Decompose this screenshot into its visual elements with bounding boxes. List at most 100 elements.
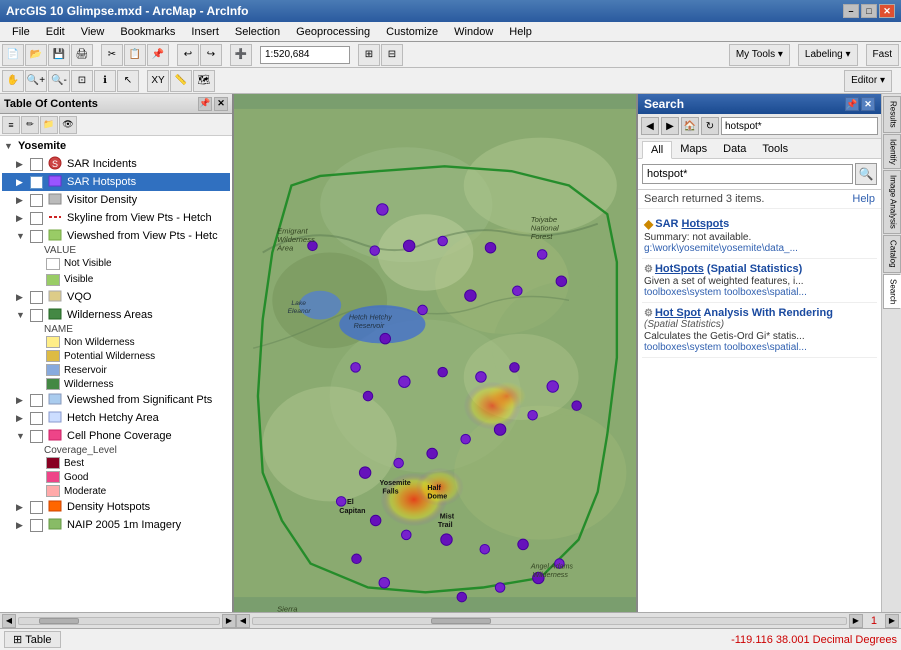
checkbox-naip[interactable] xyxy=(30,519,43,532)
checkbox-visitor-density[interactable] xyxy=(30,194,43,207)
my-tools-button[interactable]: My Tools ▾ xyxy=(729,44,790,66)
scroll-left-button[interactable]: ◀ xyxy=(2,614,16,628)
toc-close-button[interactable]: ✕ xyxy=(214,97,228,111)
search-result-hotspots-spatial[interactable]: ⚙ HotSpots (Spatial Statistics) Given a … xyxy=(642,259,877,303)
pan-button[interactable]: ✋ xyxy=(2,70,24,92)
checkbox-sar-incidents[interactable] xyxy=(30,158,43,171)
tab-data[interactable]: Data xyxy=(715,141,754,158)
redo-button[interactable]: ↪ xyxy=(200,44,222,66)
right-tab-search[interactable]: Search xyxy=(883,274,901,309)
checkbox-wilderness[interactable] xyxy=(30,309,43,322)
copy-button[interactable]: 📋 xyxy=(124,44,146,66)
search-close-button[interactable]: ✕ xyxy=(861,97,875,111)
search-url-input[interactable] xyxy=(721,117,878,135)
toc-layer-viewshed2[interactable]: ▶ Viewshed from Significant Pts xyxy=(2,391,230,409)
toc-layer-visitor-density[interactable]: ▶ Visitor Density xyxy=(2,191,230,209)
checkbox-viewshed[interactable] xyxy=(30,230,43,243)
checkbox-vqo[interactable] xyxy=(30,291,43,304)
editor-button[interactable]: Editor ▾ xyxy=(844,70,892,92)
toc-layer-cell-phone[interactable]: ▼ Cell Phone Coverage xyxy=(2,427,230,445)
cut-button[interactable]: ✂ xyxy=(101,44,123,66)
search-go-button[interactable]: 🔍 xyxy=(855,163,877,185)
menu-insert[interactable]: Insert xyxy=(183,24,227,40)
select-button[interactable]: ↖ xyxy=(117,70,139,92)
minimize-button[interactable]: – xyxy=(843,4,859,18)
search-home-button[interactable]: 🏠 xyxy=(681,117,699,135)
search-back-button[interactable]: ◀ xyxy=(641,117,659,135)
tab-tools[interactable]: Tools xyxy=(754,141,796,158)
map-scroll-thumb[interactable] xyxy=(431,618,491,624)
menu-view[interactable]: View xyxy=(73,24,113,40)
undo-button[interactable]: ↩ xyxy=(177,44,199,66)
page-right-button[interactable]: ▶ xyxy=(885,614,899,628)
checkbox-viewshed2[interactable] xyxy=(30,394,43,407)
right-tab-catalog[interactable]: Catalog xyxy=(883,235,901,273)
new-map-button[interactable]: 📄 xyxy=(2,44,24,66)
open-button[interactable]: 📂 xyxy=(25,44,47,66)
tab-maps[interactable]: Maps xyxy=(672,141,715,158)
toc-layer-hetch[interactable]: ▶ Hetch Hetchy Area xyxy=(2,409,230,427)
search-input[interactable] xyxy=(642,164,853,184)
map-scroll-left-button[interactable]: ◀ xyxy=(236,614,250,628)
menu-window[interactable]: Window xyxy=(446,24,501,40)
zoom-full-button[interactable]: ⊞ xyxy=(358,44,380,66)
search-refresh-button[interactable]: ↻ xyxy=(701,117,719,135)
map-area[interactable]: Emigrant Wilderness Area Toiyabe Nationa… xyxy=(234,94,636,612)
toc-layer-wilderness[interactable]: ▼ Wilderness Areas xyxy=(2,306,230,324)
checkbox-hetch[interactable] xyxy=(30,412,43,425)
map-scroll-track[interactable] xyxy=(252,617,847,625)
search-forward-button[interactable]: ▶ xyxy=(661,117,679,135)
menu-customize[interactable]: Customize xyxy=(378,24,446,40)
search-result-hot-spot-rendering[interactable]: ⚙ Hot Spot Analysis With Rendering (Spat… xyxy=(642,303,877,358)
toc-layer-sar-hotspots[interactable]: ▶ ✓ SAR Hotspots xyxy=(2,173,230,191)
print-button[interactable]: 🖨 xyxy=(71,44,93,66)
toc-layer-naip[interactable]: ▶ NAIP 2005 1m Imagery xyxy=(2,516,230,534)
toc-layer-vqo[interactable]: ▶ VQO xyxy=(2,288,230,306)
horizontal-scroll-track[interactable] xyxy=(18,617,220,625)
toc-drawing-btn[interactable]: ✏ xyxy=(21,116,39,134)
zoom-extent-button[interactable]: ⊡ xyxy=(71,70,93,92)
toc-list-btn[interactable]: ≡ xyxy=(2,116,20,134)
toc-pin-button[interactable]: 📌 xyxy=(198,97,212,111)
checkbox-density[interactable] xyxy=(30,501,43,514)
zoom-prev-button[interactable]: ⊟ xyxy=(381,44,403,66)
save-button[interactable]: 💾 xyxy=(48,44,70,66)
checkbox-cell[interactable] xyxy=(30,430,43,443)
labeling-button[interactable]: Labeling ▾ xyxy=(798,44,858,66)
toc-layer-density-hotspots[interactable]: ▶ Density Hotspots xyxy=(2,498,230,516)
right-tab-image-analysis[interactable]: Image Analysis xyxy=(883,170,901,234)
find-route-button[interactable]: 🗺 xyxy=(193,70,215,92)
right-tab-results[interactable]: Results xyxy=(883,96,901,133)
tab-all[interactable]: All xyxy=(642,141,672,159)
zoom-in-button[interactable]: 🔍+ xyxy=(25,70,47,92)
toc-layer-skyline[interactable]: ▶ Skyline from View Pts - Hetch xyxy=(2,209,230,227)
checkbox-skyline[interactable] xyxy=(30,212,43,225)
menu-help[interactable]: Help xyxy=(501,24,540,40)
goto-xy-button[interactable]: XY xyxy=(147,70,169,92)
menu-bookmarks[interactable]: Bookmarks xyxy=(112,24,183,40)
toc-layer-yosemite[interactable]: ▼ Yosemite xyxy=(2,138,230,155)
scale-input[interactable] xyxy=(260,46,350,64)
identify-button[interactable]: ℹ xyxy=(94,70,116,92)
add-data-button[interactable]: ➕ xyxy=(230,44,252,66)
toc-source-btn[interactable]: 📁 xyxy=(40,116,58,134)
paste-button[interactable]: 📌 xyxy=(147,44,169,66)
menu-edit[interactable]: Edit xyxy=(38,24,73,40)
map-scroll-right-button[interactable]: ▶ xyxy=(849,614,863,628)
zoom-out-button[interactable]: 🔍- xyxy=(48,70,70,92)
toc-layer-sar-incidents[interactable]: ▶ S SAR Incidents xyxy=(2,155,230,173)
menu-geoprocessing[interactable]: Geoprocessing xyxy=(288,24,378,40)
maximize-button[interactable]: □ xyxy=(861,4,877,18)
table-button[interactable]: ⊞ Table xyxy=(4,631,61,648)
checkbox-sar-hotspots[interactable]: ✓ xyxy=(30,176,43,189)
search-pin-button[interactable]: 📌 xyxy=(845,97,859,111)
fast-dropdown[interactable]: Fast xyxy=(866,44,899,66)
toc-visibility-btn[interactable]: 👁 xyxy=(59,116,77,134)
menu-selection[interactable]: Selection xyxy=(227,24,288,40)
horizontal-scroll-thumb[interactable] xyxy=(39,618,79,624)
search-result-sar-hotspots[interactable]: ◆ SAR Hotspots Summary: not available. g… xyxy=(642,213,877,259)
measure-button[interactable]: 📏 xyxy=(170,70,192,92)
scroll-right-button[interactable]: ▶ xyxy=(222,614,236,628)
close-button[interactable]: ✕ xyxy=(879,4,895,18)
menu-file[interactable]: File xyxy=(4,24,38,40)
